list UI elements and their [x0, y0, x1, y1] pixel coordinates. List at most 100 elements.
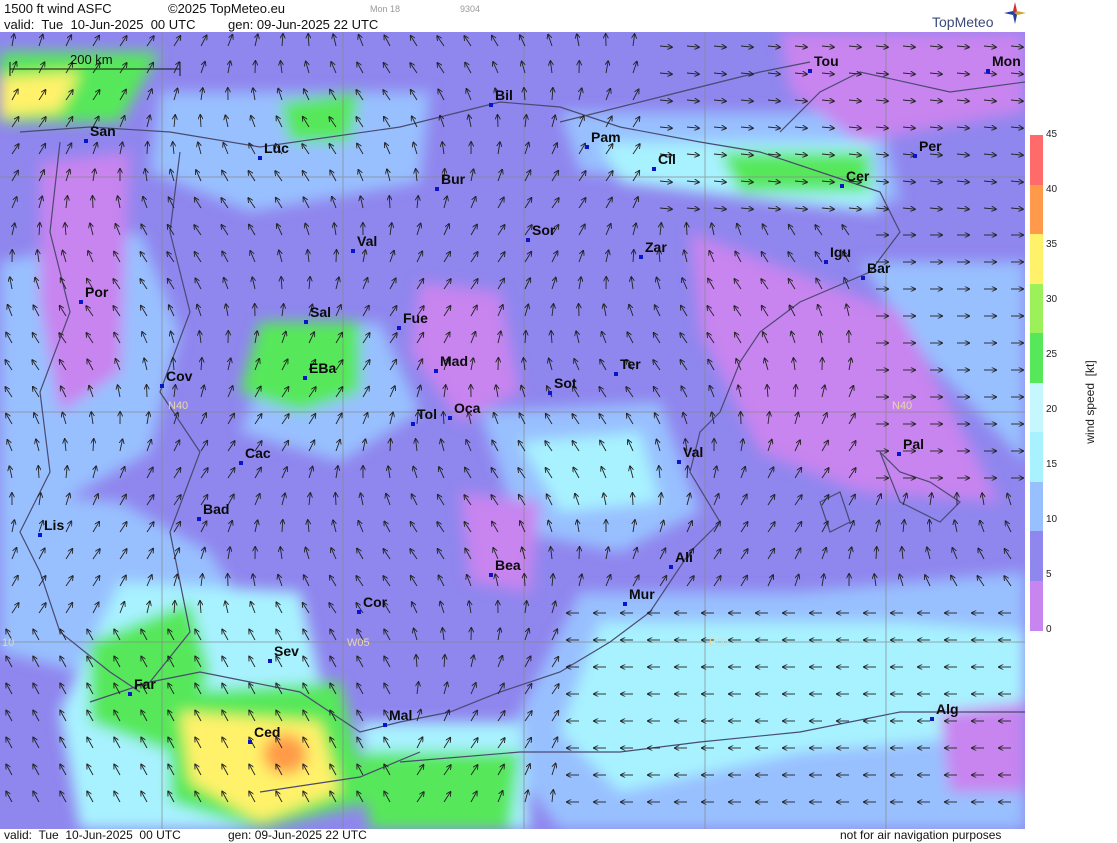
colorbar-tick: 35 [1046, 239, 1058, 250]
wind-arrow [686, 223, 687, 236]
city-dot [808, 69, 812, 73]
city-label: Cor [363, 594, 388, 610]
city-label: Igu [830, 244, 851, 260]
city-label: Fue [403, 310, 428, 326]
wind-arrow [93, 196, 94, 209]
colorbar-segment [1030, 184, 1043, 235]
colorbar-tick: 30 [1046, 294, 1058, 305]
brand-logo: TopMeteo [932, 14, 994, 30]
city-label: EBa [309, 360, 337, 376]
city-label: Oca [454, 400, 481, 416]
colorbar-tick: 40 [1046, 184, 1058, 195]
city-dot [435, 187, 439, 191]
wind-arrow [335, 493, 336, 506]
city-label: Tol [417, 406, 437, 422]
city-dot [411, 422, 415, 426]
city-label: Cil [658, 151, 676, 167]
product-title: 1500 ft wind ASFC [4, 1, 112, 16]
city-dot [824, 260, 828, 264]
city-label: Pam [591, 129, 621, 145]
city-dot [526, 238, 530, 242]
city-dot [489, 573, 493, 577]
city-label: Sal [310, 304, 332, 320]
colorbar-segment [1030, 580, 1043, 631]
city-dot [548, 391, 552, 395]
city-label: Por [85, 284, 109, 300]
colorbar-title: wind speed [kt] [1083, 360, 1097, 444]
wind-speed-field [0, 32, 1025, 829]
city-label: Sot [554, 375, 577, 391]
city-dot [84, 139, 88, 143]
code-tag: 9304 [460, 4, 481, 14]
city-dot [639, 255, 643, 259]
city-dot [239, 461, 243, 465]
city-label: Bea [495, 557, 521, 573]
colorbar-tick: 45 [1046, 129, 1058, 140]
city-label: Tou [814, 53, 839, 69]
colorbar-tick: 25 [1046, 349, 1058, 360]
header: 1500 ft wind ASFC ©2025 TopMeteo.eu Mon … [0, 0, 1026, 32]
model-tag: Mon 18 [370, 4, 401, 14]
wind-arrow [632, 493, 633, 506]
city-dot [197, 517, 201, 521]
wind-arrow [147, 385, 148, 398]
city-dot [357, 610, 361, 614]
colorbar-segment [1030, 531, 1043, 581]
city-label: Far [134, 676, 156, 692]
colorbar-tick: 10 [1046, 514, 1058, 525]
city-dot [585, 145, 589, 149]
grid-label-lon: E00 [709, 637, 729, 649]
scale-bar-label: 200 km [70, 52, 113, 67]
wind-arrow [498, 115, 499, 128]
grid-label-lon: 10 [2, 637, 15, 649]
grid-label-lon: W05 [347, 637, 370, 649]
colorbar-segment [1030, 135, 1043, 185]
colorbar-tick: 15 [1046, 459, 1058, 470]
city-label: Cac [245, 445, 271, 461]
wind-arrow [390, 439, 391, 452]
city-dot [669, 565, 673, 569]
city-label: Val [357, 233, 378, 249]
city-dot [38, 533, 42, 537]
city-dot [840, 184, 844, 188]
wind-arrow [579, 547, 580, 560]
city-dot [652, 167, 656, 171]
city-label: Ced [254, 724, 281, 740]
city-label: Bar [867, 260, 891, 276]
colorbar-tick: 0 [1046, 624, 1052, 635]
colorbar-segment [1030, 234, 1043, 284]
city-dot [397, 326, 401, 330]
city-label: Pal [903, 436, 925, 452]
disclaimer: not for air navigation purposes [840, 828, 1002, 842]
city-label: Cov [166, 368, 193, 384]
colorbar-segment [1030, 432, 1043, 482]
city-dot [268, 659, 272, 663]
city-label: Ali [675, 549, 693, 565]
city-label: Sor [532, 222, 556, 238]
city-dot [489, 103, 493, 107]
city-dot [304, 320, 308, 324]
colorbar-tick: 5 [1046, 569, 1052, 580]
city-dot [434, 369, 438, 373]
city-dot [79, 300, 83, 304]
wind-speed-colorbar [1030, 135, 1043, 631]
city-label: Alg [936, 701, 959, 717]
colorbar-segment [1030, 333, 1043, 383]
wind-arrow [147, 142, 148, 155]
generated-time: gen: 09-Jun-2025 22 UTC [228, 17, 379, 32]
city-label: Bil [495, 87, 513, 103]
colorbar-tick: 20 [1046, 404, 1058, 415]
city-dot [448, 416, 452, 420]
colorbar-segment [1030, 382, 1043, 433]
city-label: Mal [389, 707, 413, 723]
city-label: Zar [645, 239, 667, 255]
city-label: Bad [203, 501, 230, 517]
city-dot [160, 384, 164, 388]
city-dot [677, 460, 681, 464]
city-dot [351, 249, 355, 253]
footer: valid: Tue 10-Jun-2025 00 UTC gen: 09-Ju… [0, 828, 1025, 843]
compass-icon [1004, 2, 1026, 24]
city-label: Cer [846, 168, 870, 184]
city-label: Per [919, 138, 942, 154]
wind-map[interactable]: 200 km N40 N40 W05 E00 10 San Luc Bil Pa… [0, 32, 1025, 829]
